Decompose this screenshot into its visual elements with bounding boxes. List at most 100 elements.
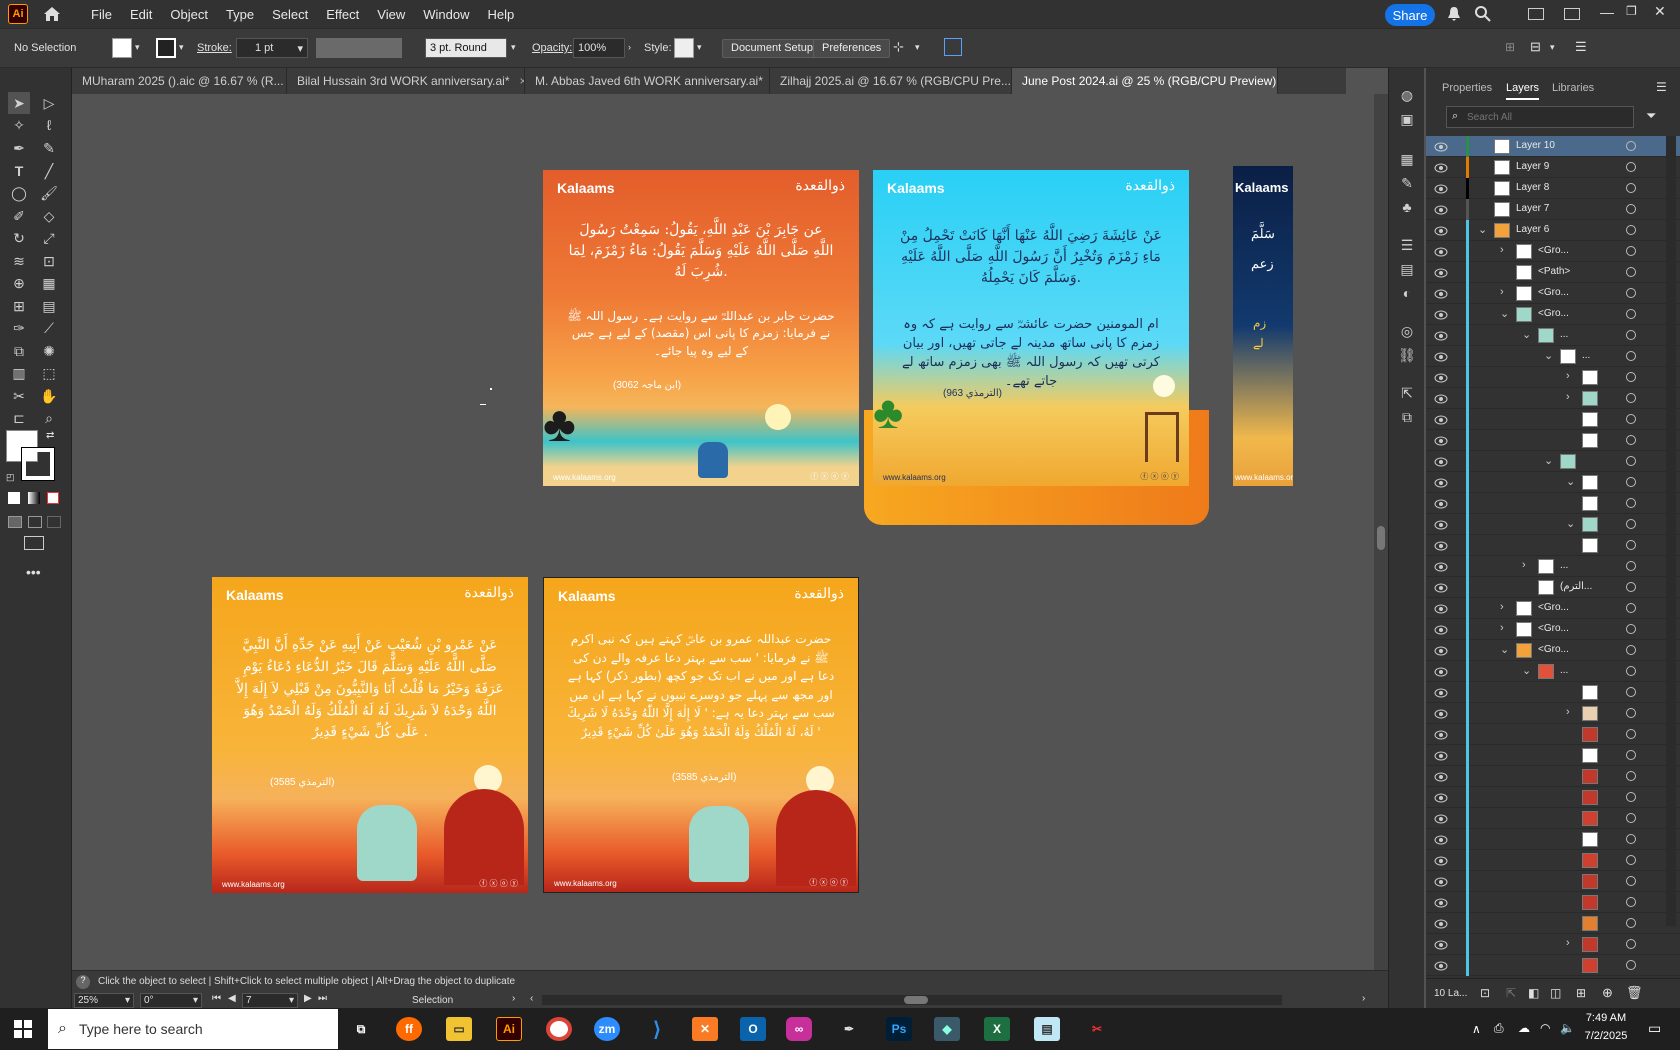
target-icon[interactable] — [1626, 414, 1636, 424]
align-icon[interactable]: ⊞ — [1505, 40, 1515, 54]
slice-icon[interactable]: ✂ — [8, 385, 30, 407]
rotate-view-select[interactable]: 0° ▾ — [140, 993, 202, 1008]
visibility-eye-icon[interactable] — [1434, 288, 1448, 299]
artboards-panel-icon[interactable]: ⧉ — [1396, 406, 1418, 428]
visibility-eye-icon[interactable] — [1434, 498, 1448, 509]
layer-row[interactable]: ⌄ — [1426, 514, 1680, 535]
close-icon[interactable]: ✕ — [1654, 3, 1666, 20]
target-icon[interactable] — [1626, 498, 1636, 508]
snipping-tool-icon[interactable]: ✂ — [1084, 1017, 1110, 1041]
chevron-down-icon[interactable]: ⌄ — [1544, 349, 1553, 362]
zoom-tool-icon[interactable]: ⌕ — [38, 407, 60, 429]
more-tools-icon[interactable]: ••• — [26, 564, 41, 580]
none-mode-icon[interactable] — [47, 492, 59, 504]
status-arrow-icon[interactable]: › — [512, 993, 515, 1004]
chevron-right-icon[interactable]: › — [1566, 391, 1570, 403]
onedrive-icon[interactable]: ☁ — [1518, 1021, 1530, 1035]
printer-icon[interactable]: ⎙ — [1494, 1021, 1504, 1036]
artboard-zamzam-blue[interactable]: Kalaams ذوالقعدة عَنْ عَائِشَةَ رَضِيَ ا… — [873, 170, 1189, 486]
layers-search-box[interactable]: ⌕ — [1446, 106, 1634, 128]
chevron-right-icon[interactable]: › — [1500, 244, 1504, 256]
target-icon[interactable] — [1626, 792, 1636, 802]
curvature-icon[interactable]: ✎ — [38, 137, 60, 159]
draw-inside-icon[interactable] — [47, 516, 61, 528]
chrome-icon[interactable] — [546, 1017, 572, 1041]
notepad-icon[interactable]: ▤ — [1034, 1017, 1060, 1041]
artboard-dark-partial[interactable]: Kalaams سَلَّمَ زعم زم لے www.kalaams.or… — [1233, 166, 1293, 486]
layer-row[interactable]: Layer 10 — [1426, 136, 1680, 157]
symbol-sprayer-icon[interactable]: ✺ — [38, 340, 60, 362]
target-icon[interactable] — [1626, 267, 1636, 277]
chevron-right-icon[interactable]: › — [1500, 622, 1504, 634]
visibility-eye-icon[interactable] — [1434, 477, 1448, 488]
target-icon[interactable] — [1626, 708, 1636, 718]
free-transform-icon[interactable]: ⊡ — [38, 250, 60, 272]
collect-icon[interactable]: ◫ — [1550, 986, 1561, 1000]
zoom-select[interactable]: 25% ▾ — [74, 993, 134, 1008]
layer-row[interactable]: ⌄ — [1426, 472, 1680, 493]
scale-icon[interactable]: ⤢ — [38, 227, 60, 249]
eyedropper-icon[interactable]: ✑ — [8, 317, 30, 339]
scroll-thumb[interactable] — [1377, 526, 1385, 550]
chevron-down-icon[interactable]: ▾ — [511, 42, 516, 53]
bell-icon[interactable] — [1447, 6, 1461, 25]
warp-icon[interactable]: ≋ — [8, 250, 30, 272]
visibility-eye-icon[interactable] — [1434, 141, 1448, 152]
visibility-eye-icon[interactable] — [1434, 813, 1448, 824]
visibility-eye-icon[interactable] — [1434, 960, 1448, 971]
target-icon[interactable] — [1626, 162, 1636, 172]
layer-row[interactable] — [1426, 808, 1680, 829]
layer-row[interactable]: ⌄ <Gro... — [1426, 640, 1680, 661]
filter-icon[interactable]: ⏷ — [1646, 108, 1656, 124]
target-icon[interactable] — [1626, 183, 1636, 193]
layer-row[interactable] — [1426, 682, 1680, 703]
chevron-down-icon[interactable]: ⌄ — [1500, 643, 1509, 656]
target-icon[interactable] — [1626, 918, 1636, 928]
chevron-down-icon[interactable]: ⌄ — [1522, 328, 1531, 341]
layer-row[interactable]: › — [1426, 703, 1680, 724]
visibility-eye-icon[interactable] — [1434, 771, 1448, 782]
line-tool-icon[interactable]: ╱ — [38, 160, 60, 182]
visibility-eye-icon[interactable] — [1434, 855, 1448, 866]
gradient-panel-icon[interactable]: ▤ — [1396, 258, 1418, 280]
visibility-eye-icon[interactable] — [1434, 561, 1448, 572]
layer-row[interactable]: ›... — [1426, 556, 1680, 577]
visibility-eye-icon[interactable] — [1434, 309, 1448, 320]
horizontal-scrollbar[interactable] — [542, 995, 1282, 1005]
visibility-eye-icon[interactable] — [1434, 750, 1448, 761]
last-artboard-icon[interactable]: ⏭ — [318, 993, 327, 1004]
layer-row[interactable] — [1426, 871, 1680, 892]
layer-row[interactable] — [1426, 493, 1680, 514]
share-for-review-icon[interactable] — [944, 38, 962, 56]
first-artboard-icon[interactable]: ⏮ — [212, 993, 221, 1004]
target-icon[interactable] — [1626, 603, 1636, 613]
target-icon[interactable] — [1626, 834, 1636, 844]
preferences-button[interactable]: Preferences — [813, 39, 891, 58]
target-icon[interactable] — [1626, 435, 1636, 445]
target-icon[interactable] — [1626, 666, 1636, 676]
layer-row[interactable] — [1426, 745, 1680, 766]
canvas[interactable]: Kalaams ذوالقعدة عن جَابِرَ بْنَ عَبْدِ … — [72, 94, 1374, 970]
menu-object[interactable]: Object — [161, 7, 217, 22]
visibility-eye-icon[interactable] — [1434, 624, 1448, 635]
stroke-color-swatch[interactable] — [21, 447, 55, 481]
tab-properties[interactable]: Properties — [1442, 82, 1492, 94]
visibility-eye-icon[interactable] — [1434, 225, 1448, 236]
perspective-icon[interactable]: ▦ — [38, 272, 60, 294]
visibility-eye-icon[interactable] — [1434, 351, 1448, 362]
chevron-down-icon[interactable]: ▾ — [1550, 42, 1555, 53]
stray-point[interactable] — [490, 388, 492, 390]
stroke-panel-icon[interactable]: ☰ — [1396, 234, 1418, 256]
chevron-right-icon[interactable]: › — [1500, 601, 1504, 613]
photoshop-icon[interactable]: Ps — [886, 1017, 912, 1041]
chevron-down-icon[interactable]: ⌄ — [1544, 454, 1553, 467]
chevron-down-icon[interactable]: ⌄ — [1522, 664, 1531, 677]
layer-row[interactable] — [1426, 913, 1680, 934]
visibility-eye-icon[interactable] — [1434, 519, 1448, 530]
target-icon[interactable] — [1626, 519, 1636, 529]
chevron-down-icon[interactable]: ▾ — [135, 42, 140, 53]
mesh-icon[interactable]: ⊞ — [8, 295, 30, 317]
chevron-down-icon[interactable]: ⌄ — [1478, 223, 1487, 236]
brushes-icon[interactable]: ✎ — [1396, 172, 1418, 194]
wifi-icon[interactable]: ◠ — [1540, 1021, 1550, 1035]
